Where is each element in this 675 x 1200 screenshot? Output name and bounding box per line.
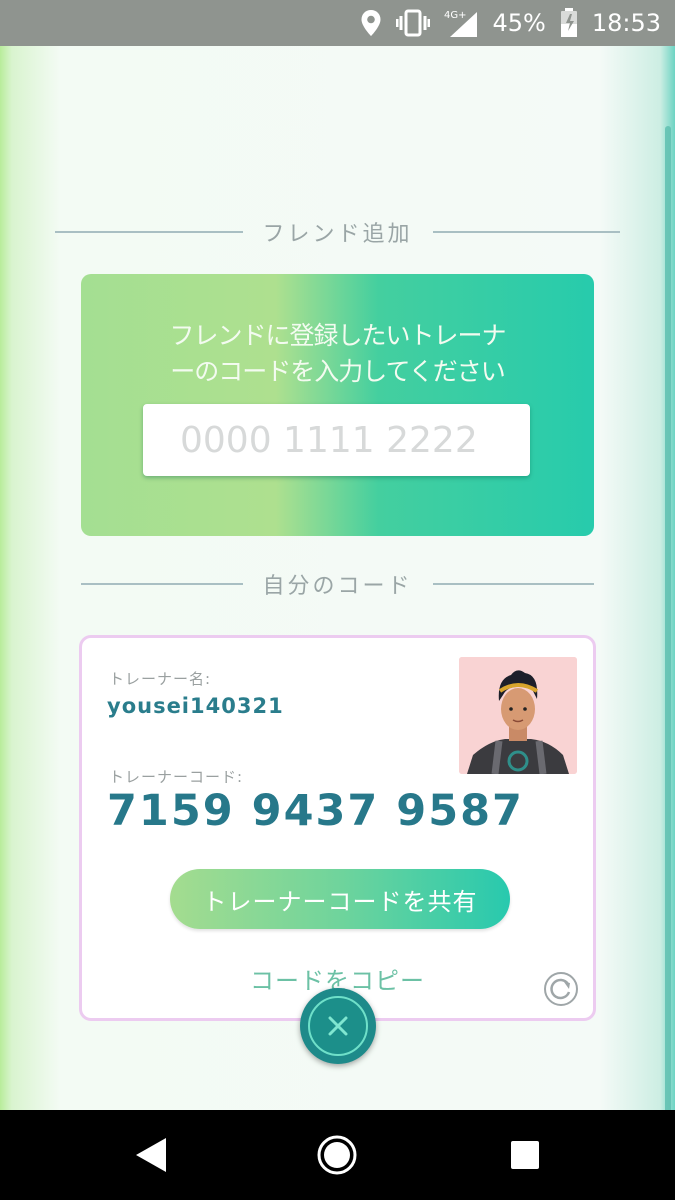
divider-line <box>81 583 243 585</box>
close-button-ring <box>308 996 368 1056</box>
trainer-name-label: トレーナー名: <box>109 670 212 688</box>
friend-add-header: フレンド追加 <box>55 216 621 248</box>
friend-code-instruction: フレンドに登録したいトレーナ ーのコードを入力してください <box>81 318 594 390</box>
divider-line <box>432 583 595 585</box>
divider-line <box>55 231 243 233</box>
battery-icon <box>560 8 578 38</box>
trainer-code: 7159 9437 9587 <box>107 786 524 836</box>
share-trainer-code-button[interactable]: トレーナーコードを共有 <box>170 869 510 929</box>
battery-percent: 45% <box>492 9 546 37</box>
divider-line <box>432 231 621 233</box>
friend-code-entry-card: フレンドに登録したいトレーナ ーのコードを入力してください <box>81 274 594 536</box>
my-code-header: 自分のコード <box>81 568 595 600</box>
signal-icon: 4G+ <box>444 8 478 38</box>
trainer-code-label: トレーナーコード: <box>109 768 244 786</box>
instruction-line-1: フレンドに登録したいトレーナ <box>169 321 506 350</box>
my-code-card: トレーナー名: yousei140321 トレーナーコード: 7159 9437… <box>79 635 596 1021</box>
navigation-bar <box>0 1110 675 1200</box>
svg-text:4G+: 4G+ <box>444 10 467 21</box>
friend-add-title: フレンド追加 <box>262 222 413 247</box>
close-button[interactable] <box>300 988 376 1064</box>
scrollbar[interactable] <box>665 126 671 1136</box>
clock: 18:53 <box>591 9 661 37</box>
trainer-avatar <box>459 657 577 774</box>
close-icon <box>328 1016 348 1036</box>
refresh-icon[interactable] <box>543 971 579 1007</box>
home-icon[interactable] <box>316 1134 358 1176</box>
friend-code-input[interactable] <box>143 404 530 476</box>
back-icon[interactable] <box>133 1135 169 1175</box>
status-bar: 4G+ 45% 18:53 <box>0 0 675 46</box>
recents-icon[interactable] <box>509 1139 541 1171</box>
location-icon <box>360 9 382 37</box>
instruction-line-2: ーのコードを入力してください <box>170 357 506 386</box>
trainer-name: yousei140321 <box>107 694 284 718</box>
my-code-title: 自分のコード <box>262 574 413 599</box>
vibrate-icon <box>396 9 431 37</box>
